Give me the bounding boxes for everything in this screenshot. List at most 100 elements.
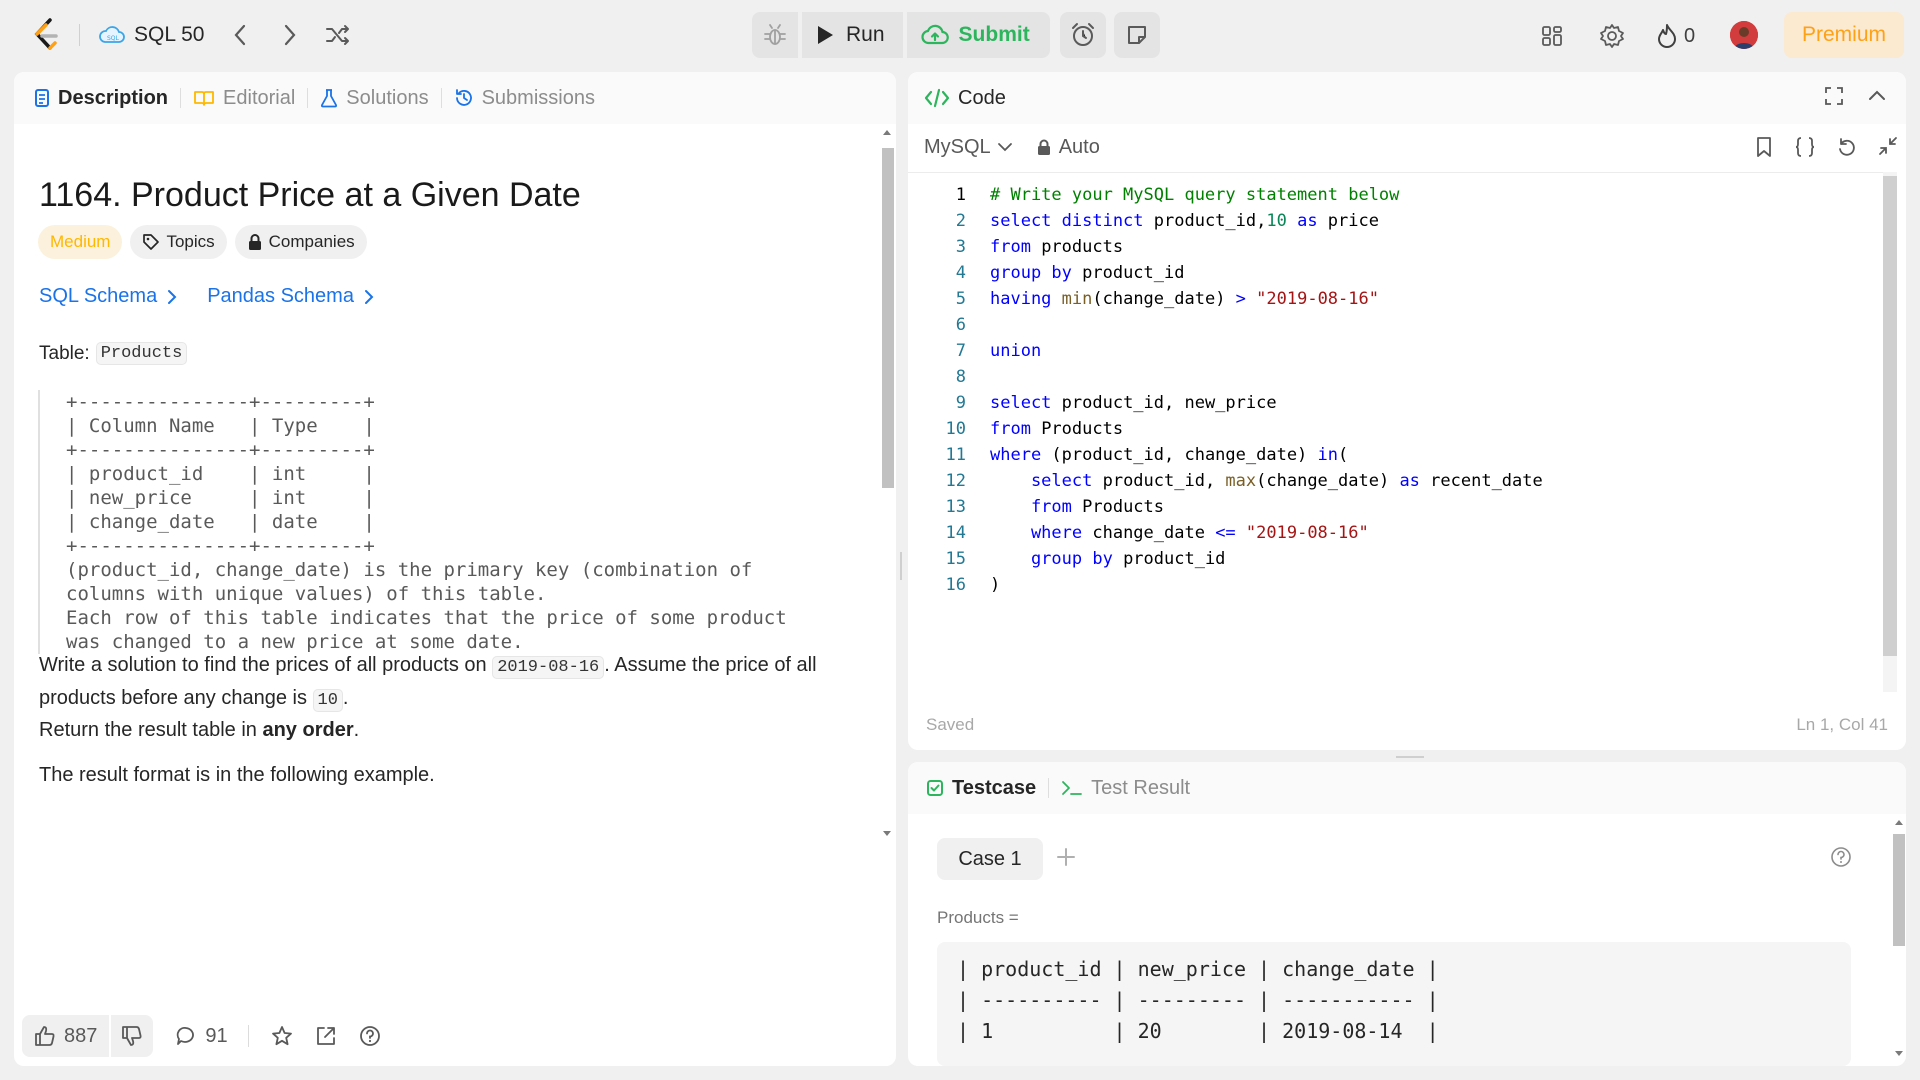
- code-token: products: [1030, 237, 1124, 257]
- alarm-clock-icon: [1071, 23, 1094, 46]
- code-token: from: [990, 497, 1072, 517]
- premium-button[interactable]: Premium: [1784, 12, 1904, 58]
- code-token: product_id, new_price: [1051, 393, 1277, 413]
- tab-submissions[interactable]: Submissions: [454, 87, 595, 110]
- tab-solutions[interactable]: Solutions: [320, 87, 429, 110]
- prev-problem-button[interactable]: [224, 19, 256, 51]
- code-text: group by product_id: [990, 260, 1184, 286]
- like-button[interactable]: 887: [22, 1015, 110, 1057]
- format-braces-icon[interactable]: [1794, 136, 1816, 158]
- line-number: 4: [955, 263, 966, 283]
- code-token: group by: [990, 549, 1113, 569]
- testcase-scrollbar[interactable]: [1892, 814, 1906, 1066]
- horizontal-resize-handle[interactable]: [1396, 756, 1424, 758]
- code-text: select distinct product_id,10 as price: [990, 208, 1379, 234]
- study-plan-title[interactable]: SQL SQL 50: [98, 20, 204, 50]
- products-input[interactable]: | product_id | new_price | change_date |…: [937, 942, 1851, 1066]
- code-text: union: [990, 341, 1042, 361]
- dislike-button[interactable]: [111, 1015, 154, 1057]
- code-token: select: [990, 471, 1093, 491]
- external-link-icon: [316, 1027, 335, 1045]
- code-line: 6: [908, 312, 966, 338]
- layout-button[interactable]: [1540, 20, 1564, 52]
- gear-icon: [1600, 24, 1624, 48]
- comment-count: 91: [205, 1024, 228, 1047]
- plus-icon: [1057, 848, 1075, 866]
- collapse-button[interactable]: [1868, 88, 1886, 106]
- code-token: (: [1338, 445, 1349, 465]
- editor-scroll-thumb[interactable]: [1883, 176, 1897, 656]
- scroll-down-arrow-icon: [883, 831, 891, 836]
- bookmark-icon[interactable]: [1754, 136, 1774, 158]
- code-line: 9 select product_id, new_price: [908, 390, 1277, 416]
- tab-testcase[interactable]: Testcase: [926, 777, 1036, 800]
- description-scrollbar[interactable]: [880, 126, 894, 1006]
- favorite-button[interactable]: [271, 1025, 293, 1047]
- pandas-schema-link[interactable]: Pandas Schema: [207, 285, 374, 308]
- notes-button[interactable]: [1113, 12, 1160, 58]
- code-text: from products: [990, 234, 1123, 260]
- code-editor[interactable]: 1 # Write your MySQL query statement belo…: [908, 172, 1896, 692]
- case-1-tab[interactable]: Case 1: [937, 838, 1043, 880]
- line-number: 7: [955, 341, 966, 361]
- difficulty-badge: Medium: [38, 225, 123, 259]
- sql-schema-link[interactable]: SQL Schema: [39, 285, 177, 308]
- run-button[interactable]: Run: [802, 12, 903, 58]
- line-number: 14: [945, 523, 966, 543]
- vertical-resize-handle[interactable]: [900, 552, 902, 580]
- line-number: 2: [955, 211, 966, 231]
- question-circle-icon: [1831, 847, 1851, 867]
- submit-button[interactable]: Submit: [906, 12, 1050, 58]
- tab-test-result[interactable]: Test Result: [1061, 777, 1190, 800]
- tab-separator: [307, 88, 309, 108]
- code-line: 3 from products: [908, 234, 1123, 260]
- code-text: where (product_id, change_date) in(: [990, 442, 1348, 468]
- line-number: 13: [945, 497, 966, 517]
- code-line: 1 # Write your MySQL query statement belo…: [908, 182, 1400, 208]
- testcase-scroll-thumb[interactable]: [1893, 834, 1905, 946]
- code-text: select product_id, new_price: [990, 390, 1277, 416]
- code-line: 12 select product_id, max(change_date) a…: [908, 468, 1543, 494]
- help-button[interactable]: [359, 1025, 381, 1047]
- testcase-help-button[interactable]: [1830, 846, 1852, 873]
- line-number: 9: [955, 393, 966, 413]
- editor-tools: [1754, 136, 1898, 158]
- language-select[interactable]: MySQL: [924, 136, 1013, 159]
- code-text: where change_date <= "2019-08-16": [990, 520, 1369, 546]
- play-icon: [818, 26, 833, 44]
- tab-description[interactable]: Description: [34, 87, 168, 110]
- code-token: from: [990, 419, 1031, 439]
- streak-counter[interactable]: 0: [1656, 20, 1695, 52]
- random-problem-button[interactable]: [322, 19, 354, 51]
- timer-button[interactable]: [1059, 12, 1106, 58]
- next-problem-button[interactable]: [274, 19, 306, 51]
- minimize-icon[interactable]: [1878, 136, 1898, 156]
- companies-button[interactable]: Companies: [234, 225, 367, 259]
- code-token: having: [990, 289, 1052, 309]
- leetcode-logo-icon[interactable]: [30, 15, 62, 55]
- reset-icon[interactable]: [1836, 136, 1858, 158]
- line-number: 12: [945, 471, 966, 491]
- tab-editorial[interactable]: Editorial: [193, 87, 295, 110]
- code-token: where: [990, 445, 1042, 465]
- like-count: 887: [64, 1024, 98, 1047]
- settings-button[interactable]: [1599, 20, 1625, 52]
- auto-mode-toggle[interactable]: Auto: [1037, 136, 1100, 159]
- scroll-thumb[interactable]: [882, 148, 894, 488]
- cloud-upload-icon: [920, 24, 949, 45]
- fullscreen-icon: [1825, 87, 1843, 105]
- maximize-button[interactable]: [1824, 86, 1844, 111]
- comments-button[interactable]: 91: [175, 1024, 228, 1048]
- editor-scrollbar[interactable]: [1883, 172, 1897, 692]
- code-text: from Products: [990, 494, 1164, 520]
- chevron-down-icon: [997, 143, 1012, 152]
- add-case-button[interactable]: [1056, 840, 1076, 876]
- code-text: # Write your MySQL query statement below: [990, 185, 1400, 205]
- user-avatar[interactable]: [1730, 21, 1758, 49]
- share-button[interactable]: [315, 1025, 337, 1047]
- topics-button[interactable]: Topics: [130, 225, 227, 259]
- code-token: select: [990, 393, 1052, 413]
- tab-code[interactable]: Code: [924, 87, 1006, 110]
- line-number: 15: [945, 549, 966, 569]
- debug-button[interactable]: [752, 12, 798, 58]
